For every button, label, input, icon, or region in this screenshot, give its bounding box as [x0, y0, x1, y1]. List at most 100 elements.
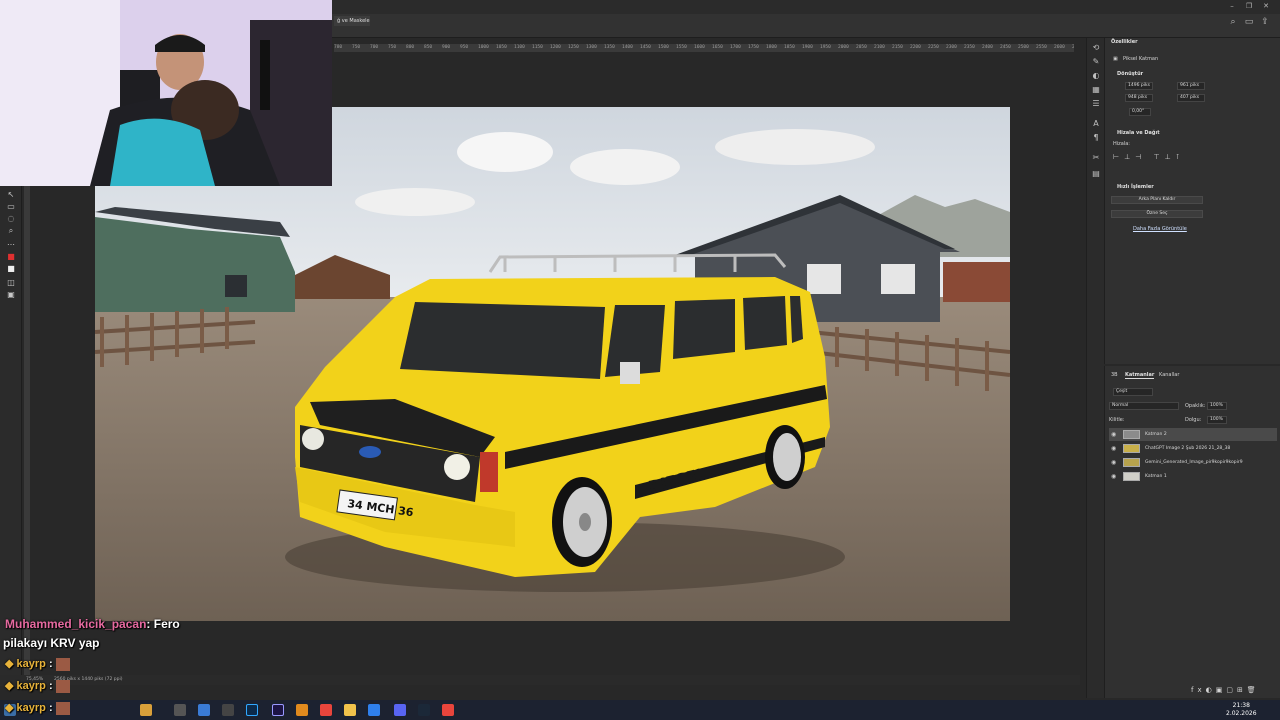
ruler-tick: 1800 — [766, 45, 777, 50]
ruler-tick: 2200 — [910, 45, 921, 50]
properties-panel: Özellikler ▣ Piksel Katman Dönüştür 1496… — [1104, 38, 1280, 364]
paragraph-icon[interactable]: ¶ — [1090, 132, 1102, 143]
foreground-color-swatch[interactable]: ■ — [5, 252, 17, 262]
select-subject-button[interactable]: Özne Seç — [1111, 210, 1203, 218]
ford-logo-icon — [359, 446, 381, 458]
steam-icon[interactable] — [418, 704, 430, 716]
app2-icon[interactable] — [368, 704, 380, 716]
view-more-link[interactable]: Daha Fazla Görüntüle — [1133, 226, 1187, 232]
tools-icon[interactable]: ✂ — [1090, 152, 1102, 163]
edge-icon[interactable] — [198, 704, 210, 716]
layer-filter-select[interactable]: Çeşit — [1113, 388, 1153, 396]
ruler-tick: 2550 — [1036, 45, 1047, 50]
lasso-tool-icon[interactable]: ◌ — [5, 214, 17, 224]
ruler-tick: 800 — [406, 45, 415, 50]
ruler-tick: 1000 — [478, 45, 489, 50]
opacity-field[interactable]: 100% — [1207, 402, 1227, 410]
visibility-eye-icon[interactable]: ◉ — [1111, 428, 1116, 441]
document-tab[interactable]: ğ ve Maskele... — [334, 16, 370, 26]
visibility-eye-icon[interactable]: ◉ — [1111, 470, 1116, 483]
ruler-tick: 1150 — [532, 45, 543, 50]
background-color-swatch[interactable]: ■ — [5, 264, 17, 274]
swatches-icon[interactable]: ▦ — [1090, 84, 1102, 95]
chat-text: pilakayı KRV yap — [3, 636, 100, 650]
y-field[interactable]: 407 piks — [1177, 94, 1205, 102]
layer-row[interactable]: ◉ ChatGPT Image 2 Şub 2026 21_28_38 — [1109, 442, 1277, 455]
windows-taskbar: 21:38 2.02.2026 — [0, 700, 1280, 720]
ruler-tick: 2450 — [1000, 45, 1011, 50]
ruler-tick: 1100 — [514, 45, 525, 50]
character-icon[interactable]: A — [1090, 118, 1102, 129]
photoshop-icon[interactable] — [246, 704, 258, 716]
adjustments-icon[interactable]: ◐ — [1090, 70, 1102, 81]
properties-icon[interactable]: ▤ — [1090, 168, 1102, 179]
file-explorer-icon[interactable] — [344, 704, 356, 716]
move-tool-icon[interactable]: ↖ — [5, 190, 17, 200]
remove-background-button[interactable]: Arka Planı Kaldır — [1111, 196, 1203, 204]
badge-icon: ◆ — [5, 702, 14, 714]
brush-settings-icon[interactable]: ✎ — [1090, 56, 1102, 67]
properties-tab[interactable]: Özellikler — [1111, 39, 1138, 45]
task-view-icon[interactable] — [174, 704, 186, 716]
tab-3d[interactable]: 3B — [1111, 372, 1118, 378]
width-field[interactable]: 1496 piks — [1125, 82, 1153, 90]
layer-row[interactable]: ◉ Katman 2 — [1109, 428, 1277, 441]
history-icon[interactable]: ⟲ — [1090, 42, 1102, 53]
marquee-tool-icon[interactable]: ▭ — [5, 202, 17, 212]
maximize-icon[interactable]: ❐ — [1245, 2, 1253, 10]
libraries-icon[interactable]: ☰ — [1090, 98, 1102, 109]
ruler-tick: 2150 — [892, 45, 903, 50]
visibility-eye-icon[interactable]: ◉ — [1111, 456, 1116, 469]
angle-field[interactable]: 0,00° — [1129, 108, 1151, 116]
ruler-tick: 2000 — [838, 45, 849, 50]
x-field[interactable]: 961 piks — [1177, 82, 1205, 90]
ruler-tick: 1900 — [802, 45, 813, 50]
search-icon[interactable]: ⌕ — [1228, 17, 1238, 27]
visibility-eye-icon[interactable]: ◉ — [1111, 442, 1116, 455]
quick-actions-header[interactable]: Hızlı İşlemler — [1117, 184, 1154, 190]
ruler-tick: 850 — [424, 45, 433, 50]
layer-row[interactable]: ◉ Gemini_Generated_Image_pir9kopir9kopir… — [1109, 456, 1277, 469]
ruler-tick: 1450 — [640, 45, 651, 50]
webcam-overlay — [0, 0, 332, 186]
chrome-icon[interactable] — [320, 704, 332, 716]
more-tools-icon[interactable]: … — [5, 238, 17, 248]
chrome2-icon[interactable] — [442, 704, 454, 716]
tab-layers[interactable]: Katmanlar — [1125, 372, 1155, 379]
clock[interactable]: 21:38 2.02.2026 — [1226, 702, 1257, 718]
ruler-tick: 1850 — [784, 45, 795, 50]
minimize-icon[interactable]: – — [1228, 2, 1236, 10]
panel-icon-strip: ⟲ ✎ ◐ ▦ ☰ A ¶ ✂ ▤ — [1086, 38, 1104, 698]
badge-icon: ◆ — [5, 658, 14, 670]
premiere-icon[interactable] — [272, 704, 284, 716]
layer-name: Katman 1 — [1145, 474, 1167, 479]
quick-mask-icon[interactable]: ◫ — [5, 278, 17, 288]
align-buttons-icon[interactable]: ⊢⊥⊣ ⊤⊥⊺ — [1113, 153, 1184, 161]
discord-icon[interactable] — [394, 704, 406, 716]
close-icon[interactable]: ✕ — [1262, 2, 1270, 10]
transform-header[interactable]: Dönüştür — [1117, 71, 1143, 77]
chat-message: Muhammed_kicik_pacan: Fero — [5, 617, 180, 631]
streamer-camera-feed — [0, 0, 332, 186]
align-header[interactable]: Hizala ve Dağıt — [1117, 130, 1160, 136]
layers-panel: 3B Katmanlar Kanallar Çeşit Normal Opakl… — [1104, 366, 1280, 698]
pixel-layer-icon: ▣ — [1113, 56, 1118, 62]
height-field[interactable]: 948 piks — [1125, 94, 1153, 102]
ruler-tick: 2050 — [856, 45, 867, 50]
share-icon[interactable]: ⇪ — [1260, 17, 1270, 27]
layer-actions-icon[interactable]: fx◐▣▢⊞🗑 — [1191, 686, 1260, 694]
layer-row[interactable]: ◉ Katman 1 — [1109, 470, 1277, 483]
tab-channels[interactable]: Kanallar — [1159, 372, 1179, 378]
screen-mode-icon[interactable]: ▣ — [5, 290, 17, 300]
workspace-icon[interactable]: ▭ — [1244, 17, 1254, 27]
fill-field[interactable]: 100% — [1207, 416, 1227, 424]
zoom-tool-icon[interactable]: ⌕ — [5, 226, 17, 236]
blend-mode-select[interactable]: Normal — [1109, 402, 1179, 410]
avatar — [55, 679, 70, 693]
app-icon[interactable] — [296, 704, 308, 716]
ruler-tick: 1200 — [550, 45, 561, 50]
obs-icon[interactable] — [222, 704, 234, 716]
copilot-icon[interactable] — [140, 704, 152, 716]
chat-separator: : — [146, 617, 154, 631]
ruler-tick: 2100 — [874, 45, 885, 50]
